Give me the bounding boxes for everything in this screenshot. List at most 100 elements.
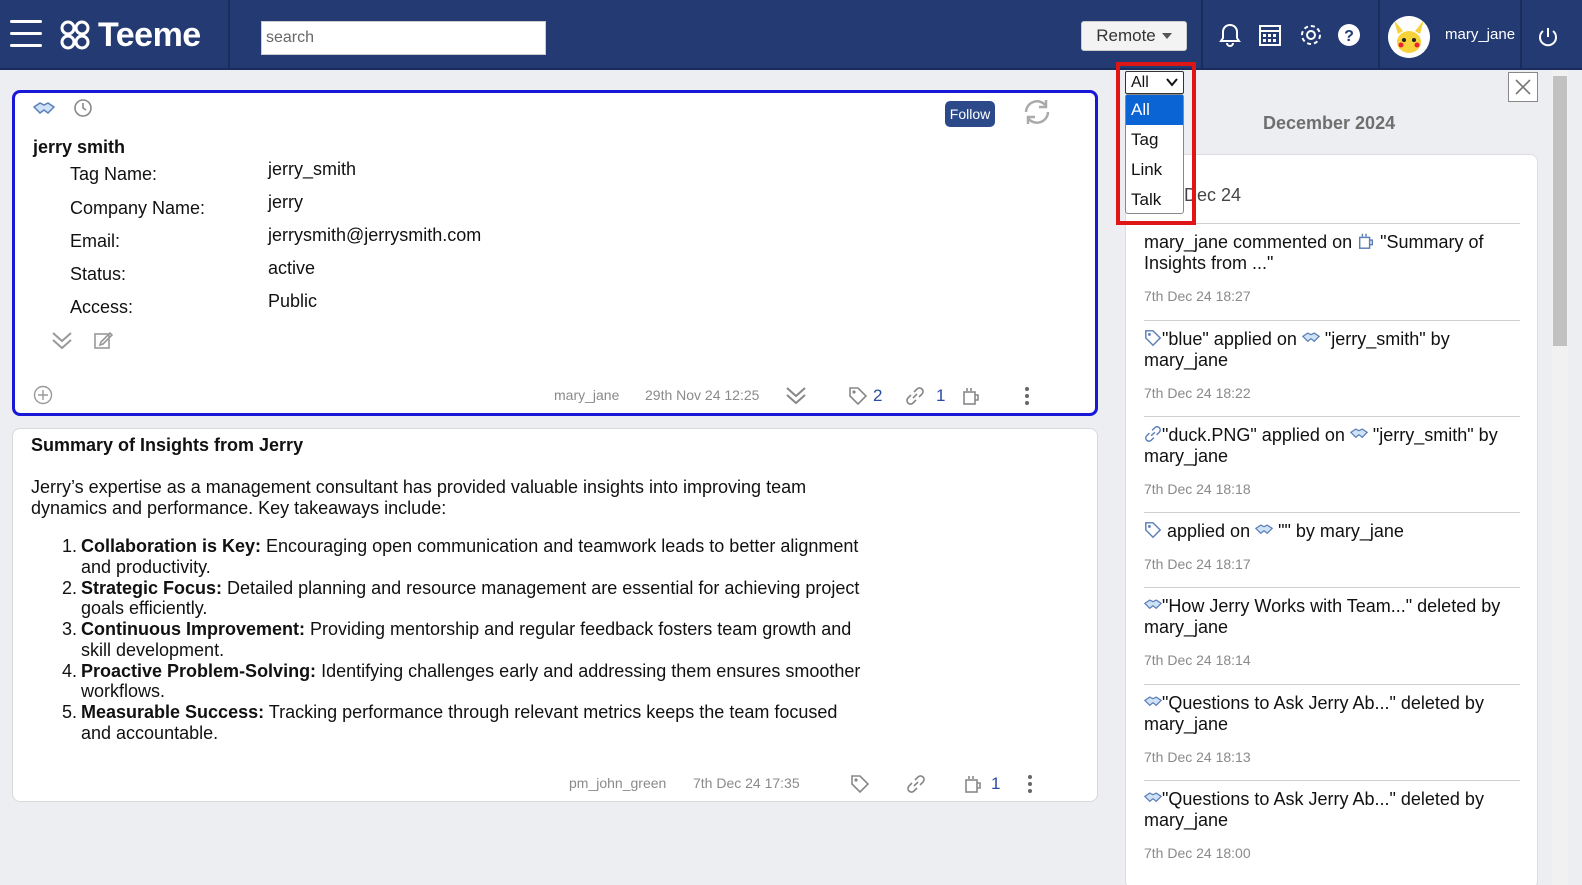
feed-item[interactable]: "Questions to Ask Jerry Ab..." deleted b…	[1144, 684, 1520, 765]
logo-icon	[60, 20, 90, 50]
link-icon[interactable]	[905, 386, 925, 406]
feed-item[interactable]: "How Jerry Works with Team..." deleted b…	[1144, 587, 1520, 668]
month-title: December 2024	[1263, 113, 1396, 133]
divider	[1201, 0, 1203, 70]
list-item-heading: Proactive Problem-Solving:	[81, 660, 317, 681]
feed-text: mary_jane commented on	[1144, 232, 1358, 252]
timestamp: 7th Dec 24 17:35	[693, 775, 800, 791]
feed-text: "blue" applied on	[1162, 329, 1302, 349]
field-value: jerrysmith@jerrysmith.com	[268, 225, 482, 245]
handshake-icon	[1144, 792, 1162, 803]
list-number: 3.	[62, 619, 78, 639]
feed-time: 7th Dec 24 18:14	[1144, 652, 1251, 668]
filter-select[interactable]: All	[1125, 71, 1184, 94]
link-count[interactable]: 1	[936, 386, 945, 406]
list-number: 4.	[62, 660, 78, 681]
list-number: 1.	[62, 536, 78, 556]
list-item-heading: Continuous Improvement:	[81, 619, 305, 639]
edit-icon[interactable]	[93, 330, 113, 350]
document-card: Summary of Insights from Jerry Jerry’s e…	[12, 428, 1098, 802]
feed-text: "" by mary_jane	[1273, 521, 1404, 541]
filter-options: All Tag Link Talk	[1125, 94, 1184, 214]
divider	[1378, 0, 1380, 70]
remote-dropdown[interactable]: Remote	[1081, 21, 1187, 51]
list-item-heading: Strategic Focus:	[81, 577, 223, 598]
username[interactable]: mary_jane	[1445, 26, 1515, 43]
date-heading: Dec 24	[1184, 185, 1242, 205]
feed-text: "Questions to Ask Jerry Ab..." deleted b…	[1144, 693, 1484, 734]
double-chevron-down-icon[interactable]	[785, 385, 807, 405]
feed-item[interactable]: "Questions to Ask Jerry Ab..." deleted b…	[1144, 780, 1520, 861]
feed-text: "duck.PNG" applied on	[1162, 425, 1350, 445]
feed-time: 7th Dec 24 18:17	[1144, 556, 1251, 572]
link-icon[interactable]	[906, 774, 926, 794]
handshake-icon	[33, 102, 55, 114]
field-label: Status:	[70, 264, 127, 284]
menu-icon[interactable]	[10, 20, 42, 48]
refresh-icon[interactable]	[1021, 98, 1053, 126]
talk-icon[interactable]	[963, 774, 983, 794]
filter-option-link[interactable]: Link	[1126, 155, 1183, 185]
field-label: Company Name:	[70, 198, 206, 218]
filter-option-talk[interactable]: Talk	[1126, 185, 1183, 215]
handshake-icon	[1349, 428, 1368, 439]
scrollbar-thumb[interactable]	[1553, 76, 1567, 346]
logo[interactable]: Teeme	[58, 14, 201, 56]
search-input[interactable]	[261, 21, 546, 55]
feed-item[interactable]: mary_jane commented on "Summary of Insig…	[1144, 223, 1520, 304]
feed-time: 7th Dec 24 18:13	[1144, 749, 1251, 765]
chevron-down-icon	[1166, 78, 1178, 87]
tag-icon[interactable]	[848, 386, 868, 406]
field-value: jerry	[268, 192, 303, 212]
remote-label: Remote	[1096, 26, 1156, 45]
tag-icon[interactable]	[850, 774, 870, 794]
field-label: Access:	[70, 297, 134, 317]
feed-time: 7th Dec 24 18:27	[1144, 288, 1251, 304]
feed-item[interactable]: "blue" applied on "jerry_smith" by mary_…	[1144, 320, 1520, 401]
close-button[interactable]	[1508, 72, 1538, 102]
filter-selected: All	[1131, 73, 1149, 91]
contact-card: Follow jerry smith Tag Name: jerry_smith…	[12, 90, 1098, 416]
list-item: 1. Collaboration is Key: Encouraging open…	[62, 536, 861, 577]
feed-time: 7th Dec 24 18:22	[1144, 385, 1251, 401]
handshake-icon	[1144, 696, 1162, 707]
feed-text: "Questions to Ask Jerry Ab..." deleted b…	[1144, 789, 1484, 830]
talk-icon[interactable]	[961, 386, 981, 406]
avatar[interactable]	[1388, 16, 1430, 58]
list-item: 5. Measurable Success: Tracking performan…	[62, 702, 861, 743]
filter-option-all[interactable]: All	[1126, 95, 1183, 125]
top-bar: Teeme Remote ? mary_jane	[0, 0, 1582, 70]
help-icon[interactable]: ?	[1336, 22, 1362, 48]
activity-feed: Dec 24 mary_jane commented on "Summary o…	[1125, 154, 1538, 885]
field-value: jerry_smith	[268, 159, 357, 179]
add-icon[interactable]	[33, 385, 53, 405]
calendar-icon[interactable]	[1257, 22, 1283, 48]
filter-option-tag[interactable]: Tag	[1126, 125, 1183, 155]
tag-icon	[1145, 522, 1162, 539]
double-chevron-down-icon[interactable]	[51, 330, 73, 350]
feed-item[interactable]: "duck.PNG" applied on "jerry_smith" by m…	[1144, 416, 1520, 497]
more-options-icon[interactable]	[1021, 386, 1033, 406]
follow-button[interactable]: Follow	[945, 101, 995, 127]
list-item: 3. Continuous Improvement: Providing ment…	[62, 619, 861, 660]
more-options-icon[interactable]	[1024, 774, 1036, 794]
tag-icon	[1145, 330, 1162, 347]
handshake-icon	[1301, 332, 1320, 343]
link-icon	[1145, 426, 1161, 442]
tag-count[interactable]: 2	[873, 386, 882, 406]
feed-time: 7th Dec 24 18:00	[1144, 845, 1251, 861]
list-number: 5.	[62, 702, 78, 722]
history-icon[interactable]	[73, 98, 93, 118]
list-item-heading: Measurable Success:	[81, 702, 265, 722]
power-icon[interactable]	[1537, 26, 1559, 48]
author: mary_jane	[554, 387, 620, 403]
feed-text: "How Jerry Works with Team..." deleted b…	[1144, 596, 1501, 637]
talk-count[interactable]: 1	[991, 774, 1000, 794]
list-item-heading: Collaboration is Key:	[81, 536, 262, 556]
feed-time: 7th Dec 24 18:18	[1144, 481, 1251, 497]
gear-icon[interactable]	[1298, 22, 1324, 48]
card-title: jerry smith	[33, 137, 126, 157]
bell-icon[interactable]	[1217, 22, 1243, 48]
feed-item[interactable]: applied on "" by mary_jane 7th Dec 24 18…	[1144, 512, 1520, 572]
logo-text: Teeme	[98, 15, 201, 54]
